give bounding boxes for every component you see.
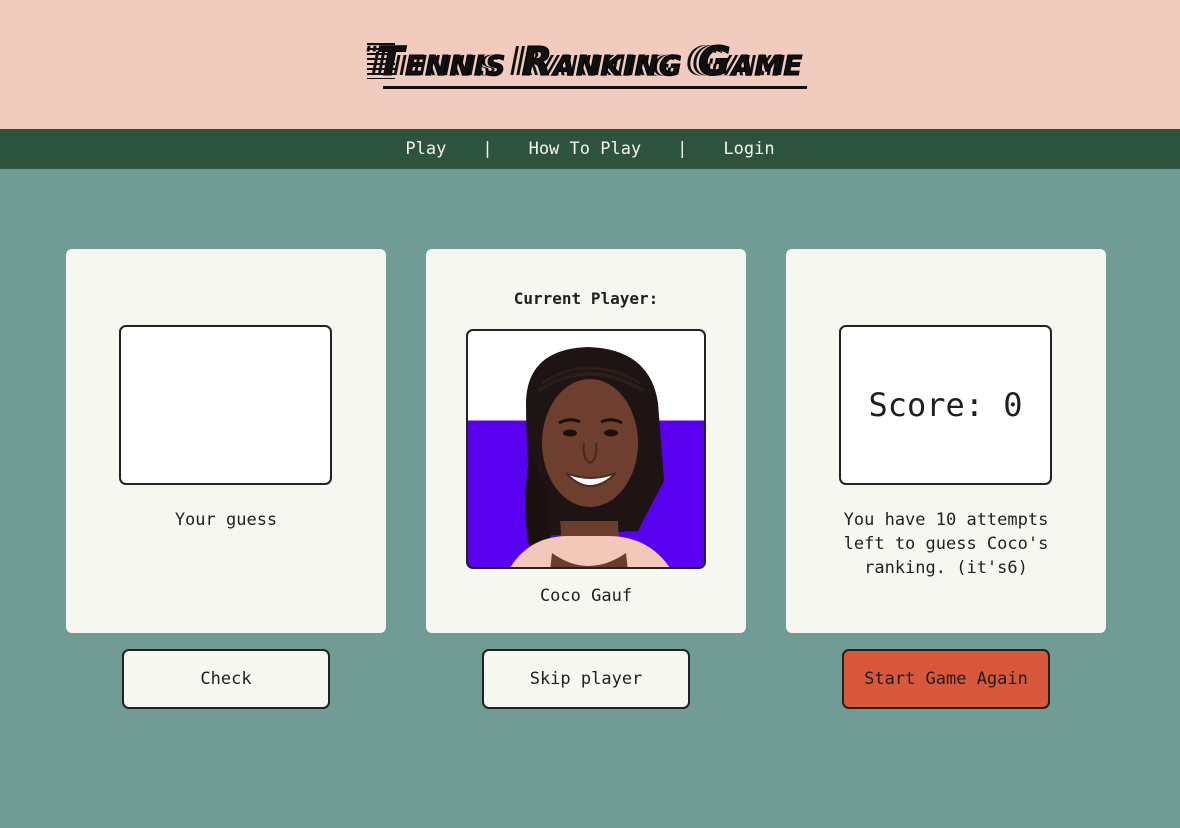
score-display: Score: 0 <box>839 325 1052 485</box>
title-underline <box>382 85 808 89</box>
start-game-again-button[interactable]: Start Game Again <box>842 649 1050 709</box>
guess-input[interactable] <box>119 325 332 485</box>
check-button[interactable]: Check <box>122 649 330 709</box>
speed-lines-decoration <box>366 42 395 79</box>
nav-bar: Play | How To Play | Login <box>0 129 1180 169</box>
skip-player-button[interactable]: Skip player <box>482 649 690 709</box>
guess-card: Your guess <box>66 249 386 633</box>
nav-separator: | <box>677 139 688 159</box>
attempts-message: You have 10 attempts left to guess Coco'… <box>843 510 1049 578</box>
nav-item-play[interactable]: Play <box>405 139 446 159</box>
header: Tennis Ranking Game <box>0 0 1180 129</box>
player-card: Current Player: Coco Gauf <box>426 249 746 633</box>
player-photo <box>466 329 706 569</box>
page-title: Tennis Ranking Game <box>376 38 804 85</box>
player-name: Coco Gauf <box>539 586 633 606</box>
current-player-heading: Current Player: <box>513 289 659 308</box>
nav-separator: | <box>482 139 493 159</box>
player-portrait-image <box>510 347 670 567</box>
nav-item-login[interactable]: Login <box>723 139 774 159</box>
nav-item-how-to-play[interactable]: How To Play <box>529 139 642 159</box>
score-card: Score: 0 You have 10 attempts left to gu… <box>786 249 1106 633</box>
guess-caption: Your guess <box>174 510 278 530</box>
title-logo: Tennis Ranking Game <box>366 38 808 91</box>
